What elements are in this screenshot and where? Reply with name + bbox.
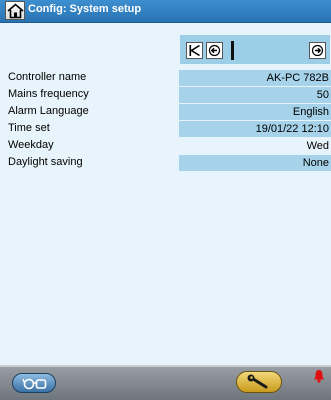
setting-row-daylight-saving: Daylight saving None (0, 155, 331, 171)
page-title: Config: System setup (28, 3, 142, 15)
time-set-field[interactable]: 19/01/22 12:10 (179, 121, 331, 137)
setting-label: Daylight saving (8, 156, 83, 168)
controller-name-field[interactable]: AK-PC 782B (179, 70, 331, 86)
setting-row-time-set: Time set 19/01/22 12:10 (0, 121, 331, 137)
setting-label: Mains frequency (8, 88, 89, 100)
glasses-icon (22, 378, 47, 390)
next-button[interactable] (309, 42, 326, 59)
configuration-button[interactable] (236, 371, 282, 393)
previous-button[interactable] (206, 42, 223, 59)
weekday-value: Wed (306, 140, 329, 152)
first-page-button[interactable] (186, 42, 203, 59)
alarm-language-field[interactable]: English (179, 104, 331, 120)
text-cursor (231, 41, 234, 60)
mains-frequency-field[interactable]: 50 (179, 87, 331, 103)
alarm-bell-icon[interactable] (313, 369, 325, 383)
setting-label: Controller name (8, 71, 87, 83)
settings-list: Controller name AK-PC 782B Mains frequen… (0, 70, 331, 172)
setting-label: Weekday (8, 139, 54, 151)
setting-label: Time set (8, 122, 50, 134)
setting-row-alarm-language: Alarm Language English (0, 104, 331, 120)
bottom-toolbar (0, 365, 331, 400)
title-bar: Config: System setup (0, 0, 331, 23)
home-button[interactable] (5, 1, 25, 20)
wrench-icon (247, 374, 268, 389)
next-icon (311, 44, 324, 57)
setting-row-mains-frequency: Mains frequency 50 (0, 87, 331, 103)
daylight-saving-field[interactable]: None (179, 155, 331, 171)
setting-row-controller-name: Controller name AK-PC 782B (0, 70, 331, 86)
first-page-icon (189, 44, 200, 57)
setting-row-weekday: Weekday Wed (0, 138, 331, 154)
previous-icon (208, 44, 221, 57)
home-icon (7, 3, 24, 19)
navigation-bar (180, 35, 330, 64)
setting-label: Alarm Language (8, 105, 89, 117)
view-mode-button[interactable] (12, 373, 56, 393)
